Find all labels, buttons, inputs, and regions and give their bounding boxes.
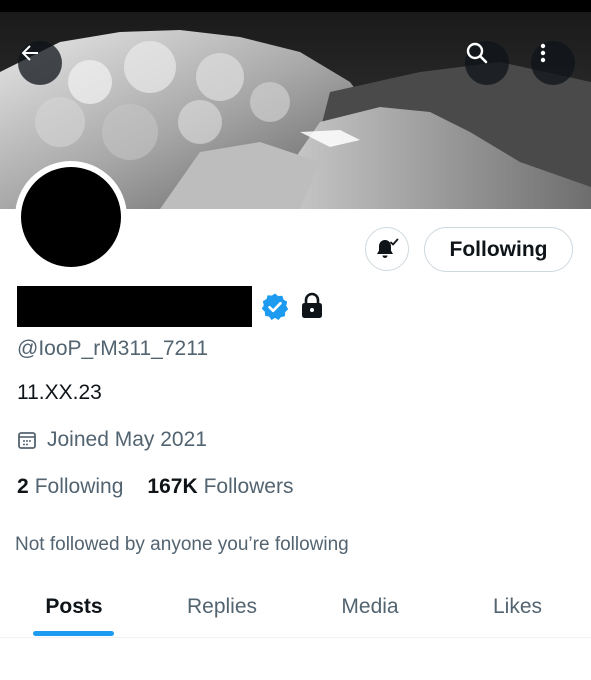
following-label: Following (34, 475, 124, 498)
profile-handle: @IooP_rM311_7211 (17, 337, 208, 360)
joined-date-text: Joined May 2021 (47, 428, 207, 451)
back-button[interactable] (18, 41, 62, 85)
calendar-icon (17, 430, 37, 450)
active-tab-indicator (33, 631, 114, 636)
lock-icon (300, 292, 324, 325)
bell-check-icon (374, 236, 400, 262)
followers-count-link[interactable]: 167K Followers (147, 475, 293, 499)
avatar[interactable] (15, 161, 127, 273)
following-button[interactable]: Following (424, 227, 573, 272)
not-followed-notice: Not followed by anyone you’re following (15, 534, 349, 555)
following-count-link[interactable]: 2 Following (17, 475, 123, 499)
joined-date: Joined May 2021 (17, 428, 207, 452)
notification-button[interactable] (365, 227, 409, 271)
search-button[interactable] (465, 41, 509, 85)
tab-posts[interactable]: Posts (0, 578, 148, 636)
status-bar (0, 0, 591, 12)
follow-counts: 2 Following 167K Followers (17, 475, 317, 499)
following-count: 2 (17, 475, 29, 498)
display-name-redacted (17, 286, 252, 327)
followers-label: Followers (203, 475, 294, 498)
tabs-divider (0, 637, 591, 638)
tab-likes[interactable]: Likes (444, 578, 591, 636)
tab-media[interactable]: Media (296, 578, 444, 636)
more-options-button[interactable] (531, 41, 575, 85)
profile-bio: 11.XX.23 (17, 381, 102, 404)
avatar-image (21, 167, 121, 267)
tab-replies[interactable]: Replies (148, 578, 296, 636)
followers-count: 167K (147, 475, 198, 498)
verified-badge-icon[interactable] (260, 292, 290, 327)
profile-tabs: Posts Replies Media Likes (0, 578, 591, 638)
